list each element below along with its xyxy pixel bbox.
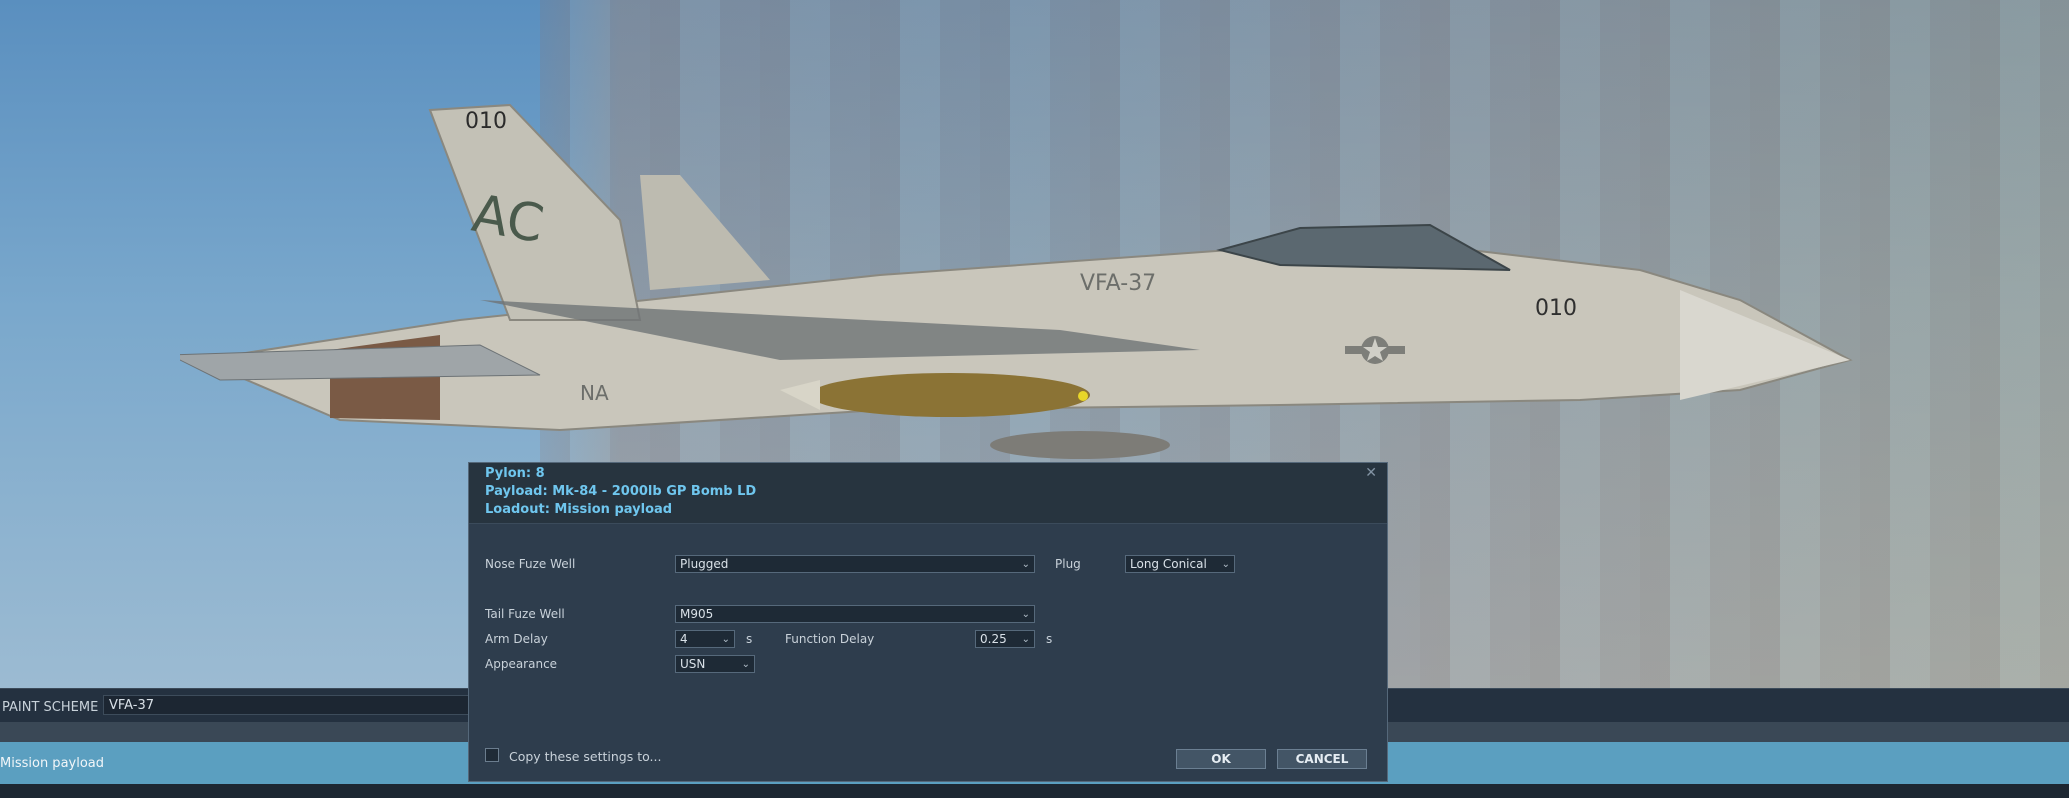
tail-number-text: 010 xyxy=(465,109,507,134)
loadout-row-label: Mission payload xyxy=(0,756,105,771)
appearance-value: USN xyxy=(680,657,706,671)
dialog-header: Pylon: 8 Payload: Mk-84 - 2000lb GP Bomb… xyxy=(469,463,1387,524)
function-delay-value: 0.25 xyxy=(980,632,1007,646)
weapon-settings-dialog: Pylon: 8 Payload: Mk-84 - 2000lb GP Bomb… xyxy=(468,462,1388,782)
bottom-strip xyxy=(0,784,2069,798)
chevron-down-icon: ⌄ xyxy=(1021,634,1030,645)
nav-marking-text: NA xyxy=(580,381,609,405)
copy-settings-label: Copy these settings to... xyxy=(509,749,662,764)
plug-select[interactable]: Long Conical ⌄ xyxy=(1125,555,1235,573)
plug-value: Long Conical xyxy=(1130,557,1207,571)
chevron-down-icon: ⌄ xyxy=(1021,559,1030,570)
fa18-aircraft-image: 010 AC VFA-37 010 NA xyxy=(180,103,1853,459)
close-icon[interactable]: ✕ xyxy=(1365,465,1377,481)
appearance-label: Appearance xyxy=(485,657,558,671)
tail-fuze-select[interactable]: M905 ⌄ xyxy=(675,605,1035,623)
tail-code-text: AC xyxy=(468,184,548,255)
nose-fuze-label: Nose Fuze Well xyxy=(485,557,576,571)
pylon-title: Pylon: 8 xyxy=(485,466,545,481)
cancel-button[interactable]: CANCEL xyxy=(1277,749,1367,769)
chevron-down-icon: ⌄ xyxy=(1221,559,1230,570)
tail-fuze-value: M905 xyxy=(680,607,714,621)
function-delay-select[interactable]: 0.25 ⌄ xyxy=(975,630,1035,648)
arm-delay-value: 4 xyxy=(680,632,688,646)
squadron-text: VFA-37 xyxy=(1080,271,1156,296)
copy-settings-checkbox[interactable] xyxy=(485,748,499,762)
chevron-down-icon: ⌄ xyxy=(721,634,730,645)
arm-delay-unit: s xyxy=(746,632,753,646)
nose-fuze-value: Plugged xyxy=(680,557,729,571)
tail-fuze-label: Tail Fuze Well xyxy=(485,607,565,621)
arm-delay-label: Arm Delay xyxy=(485,632,548,646)
chevron-down-icon: ⌄ xyxy=(1021,609,1030,620)
function-delay-unit: s xyxy=(1046,632,1053,646)
ok-button[interactable]: OK xyxy=(1176,749,1266,769)
loadout-title: Loadout: Mission payload xyxy=(485,502,673,517)
nose-number-text: 010 xyxy=(1535,296,1577,321)
nose-fuze-select[interactable]: Plugged ⌄ xyxy=(675,555,1035,573)
paint-scheme-label: PAINT SCHEME xyxy=(2,700,99,715)
arm-delay-select[interactable]: 4 ⌄ xyxy=(675,630,735,648)
payload-title: Payload: Mk-84 - 2000lb GP Bomb LD xyxy=(485,484,757,499)
appearance-select[interactable]: USN ⌄ xyxy=(675,655,755,673)
function-delay-label: Function Delay xyxy=(785,632,875,646)
plug-label: Plug xyxy=(1055,557,1081,571)
paint-scheme-select[interactable]: VFA-37 xyxy=(103,695,473,715)
chevron-down-icon: ⌄ xyxy=(741,659,750,670)
